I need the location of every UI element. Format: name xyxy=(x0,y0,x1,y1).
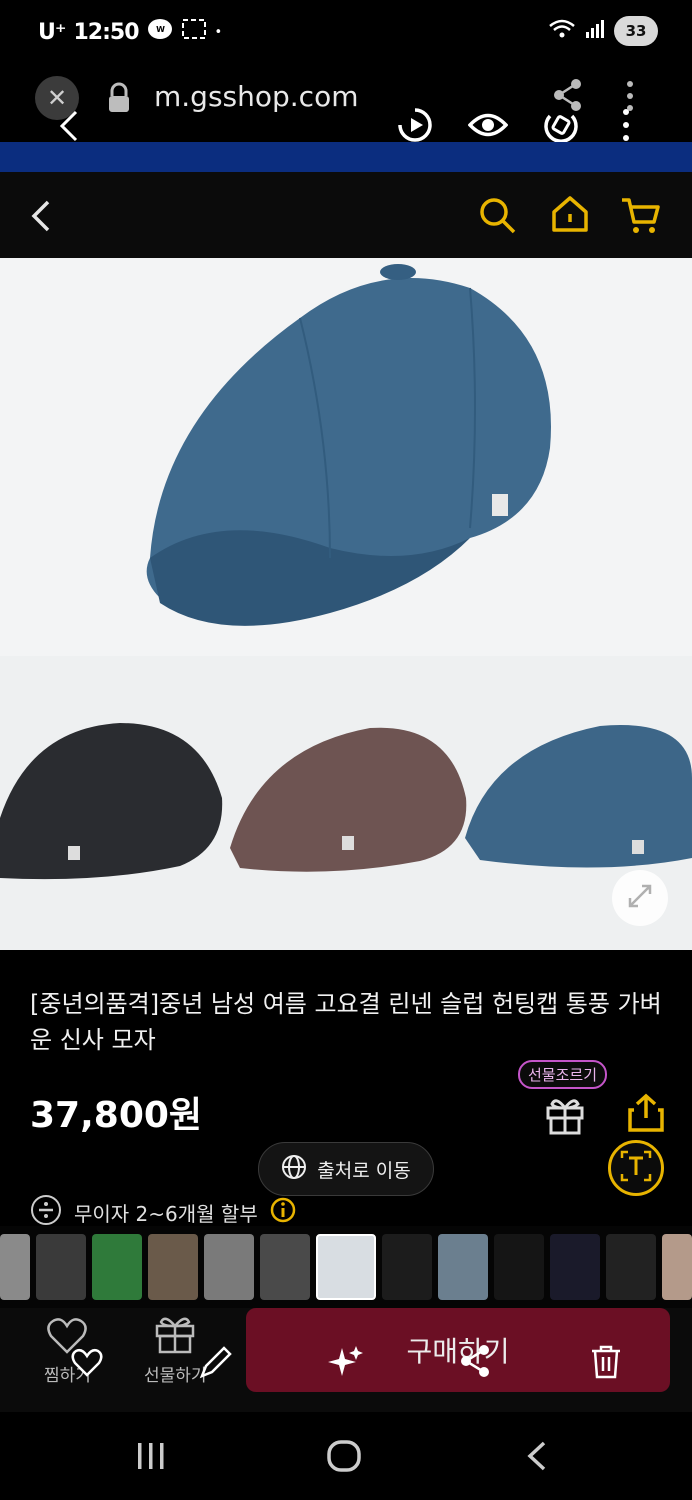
back-button[interactable] xyxy=(26,196,56,240)
recent-apps-icon[interactable] xyxy=(134,1440,168,1476)
battery-indicator: 33 xyxy=(614,16,658,46)
cap-illustration xyxy=(0,258,692,950)
product-price: 37,800원 xyxy=(30,1095,203,1136)
system-navigation-bar xyxy=(0,1412,692,1500)
eye-icon[interactable] xyxy=(467,110,509,144)
thumbnail[interactable] xyxy=(148,1234,198,1300)
screenshot-icon xyxy=(181,18,207,46)
search-icon[interactable] xyxy=(478,196,518,240)
thumbnail-strip[interactable] xyxy=(0,1226,692,1308)
text-scan-icon xyxy=(618,1148,654,1188)
thumbnail-selected[interactable] xyxy=(316,1234,376,1300)
status-dot: • xyxy=(214,24,223,40)
svg-text:W: W xyxy=(156,25,165,34)
product-image[interactable] xyxy=(0,258,692,950)
thumbnail[interactable] xyxy=(0,1234,30,1300)
thumbnail[interactable] xyxy=(204,1234,254,1300)
wifi-icon xyxy=(548,18,576,44)
thumbnail[interactable] xyxy=(438,1234,488,1300)
share-product-icon[interactable] xyxy=(626,1092,666,1138)
cart-icon[interactable] xyxy=(620,196,662,240)
info-icon[interactable] xyxy=(270,1197,296,1228)
gift-request-badge[interactable]: 선물조르기 xyxy=(518,1060,608,1089)
trash-icon[interactable] xyxy=(590,1344,622,1384)
pencil-icon[interactable] xyxy=(198,1346,232,1384)
go-to-source-label: 출처로 이동 xyxy=(317,1159,411,1182)
back-nav-icon[interactable] xyxy=(524,1440,550,1476)
carrier-label: U⁺ xyxy=(38,19,67,45)
installment-text: 무이자 2~6개월 할부 xyxy=(74,1202,258,1226)
clock: 12:50 xyxy=(73,19,139,45)
thumbnail[interactable] xyxy=(92,1234,142,1300)
thumbnail[interactable] xyxy=(36,1234,86,1300)
thumbnail[interactable] xyxy=(606,1234,656,1300)
app-header xyxy=(0,172,692,258)
overlay-more-icon[interactable] xyxy=(620,108,632,146)
notification-icon: W xyxy=(147,18,173,46)
thumbnail[interactable] xyxy=(494,1234,544,1300)
status-bar: U⁺ 12:50 W • 33 xyxy=(0,0,692,66)
site-banner-strip xyxy=(0,142,692,172)
status-right: 33 xyxy=(548,16,658,46)
thumbnail[interactable] xyxy=(260,1234,310,1300)
home-icon[interactable] xyxy=(550,194,590,238)
heart-overlay-icon[interactable] xyxy=(70,1348,104,1382)
status-left: U⁺ 12:50 W • xyxy=(38,18,223,46)
gift-box-icon xyxy=(153,1312,197,1361)
share-overlay-icon[interactable] xyxy=(458,1344,492,1382)
sparkle-icon[interactable] xyxy=(328,1344,364,1384)
home-nav-icon[interactable] xyxy=(326,1440,362,1476)
expand-icon xyxy=(626,882,654,914)
signal-icon xyxy=(584,18,606,44)
text-recognition-button[interactable] xyxy=(608,1140,664,1196)
globe-icon xyxy=(281,1154,307,1185)
thumbnail[interactable] xyxy=(550,1234,600,1300)
thumbnail[interactable] xyxy=(382,1234,432,1300)
bottom-action-bar: 찜하기 선물하기 구매하기 xyxy=(0,1308,692,1412)
go-to-source-button[interactable]: 출처로 이동 xyxy=(258,1142,434,1196)
gift-icon[interactable] xyxy=(544,1094,586,1140)
expand-image-button[interactable] xyxy=(612,870,668,926)
product-title: [중년의품격]중년 남성 여름 고요결 린넨 슬럽 헌팅캡 통풍 가벼운 신사 … xyxy=(30,990,662,1054)
thumbnail[interactable] xyxy=(662,1234,692,1300)
